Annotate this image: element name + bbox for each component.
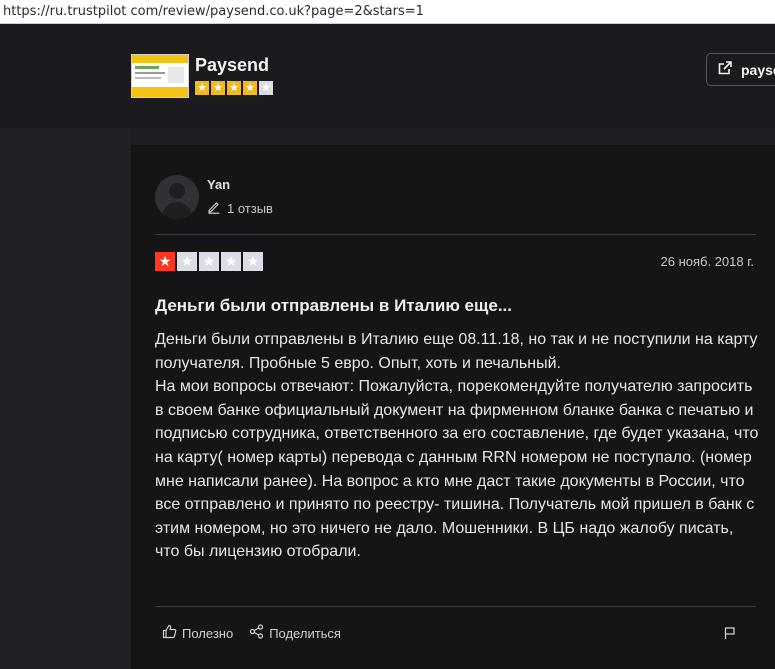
- review-paragraph: На мои вопросы отвечают: Пожалуйста, пор…: [155, 378, 759, 561]
- helpful-label: Полезно: [182, 625, 234, 641]
- pencil-icon: [207, 200, 221, 217]
- star-icon: ★: [221, 252, 241, 271]
- actions-divider: [155, 606, 756, 607]
- flag-icon: [723, 627, 737, 644]
- report-button[interactable]: [723, 626, 737, 645]
- review-rating-stars: ★ ★ ★ ★ ★: [155, 252, 263, 271]
- company-rating-stars: ★ ★ ★ ★ ★: [195, 81, 273, 95]
- review-count: 1 отзыв: [207, 200, 273, 217]
- company-header: Paysend ★★★★★ paysen: [0, 24, 775, 128]
- review-actions: Полезно Поделиться: [162, 624, 341, 642]
- left-background-panel: [0, 128, 131, 669]
- reviewer-divider: [155, 234, 756, 235]
- star-icon: ★: [211, 81, 225, 95]
- avatar-body: [162, 202, 192, 219]
- page-root: https://ru.trustpilot com/review/paysend…: [0, 0, 775, 669]
- reviewer-name[interactable]: Yan: [207, 177, 230, 192]
- review-paragraph: Деньги были отправлены в Италию еще 08.1…: [155, 331, 758, 372]
- review-title[interactable]: Деньги были отправлены в Италию еще...: [155, 296, 512, 316]
- share-button[interactable]: Поделиться: [249, 624, 341, 642]
- star-icon: ★: [155, 252, 175, 271]
- avatar[interactable]: [155, 175, 199, 219]
- star-icon: ★: [177, 252, 197, 271]
- review-count-label: 1 отзыв: [227, 201, 273, 216]
- company-logo[interactable]: [131, 54, 189, 98]
- thumbs-up-icon: [162, 624, 177, 642]
- review-date: 26 нояб. 2018 г.: [660, 254, 755, 269]
- star-icon: ★: [243, 81, 257, 95]
- avatar-head: [169, 183, 185, 199]
- star-icon: ★: [199, 252, 219, 271]
- review-body: Деньги были отправлены в Италию еще 08.1…: [155, 328, 760, 564]
- star-icon: ★: [195, 81, 209, 95]
- star-icon: ★: [227, 81, 241, 95]
- visit-website-button[interactable]: paysen: [706, 53, 775, 86]
- top-background-strip: [131, 128, 775, 145]
- share-label: Поделиться: [269, 625, 341, 641]
- external-link-icon: [717, 60, 733, 79]
- star-icon: ★: [243, 252, 263, 271]
- address-bar[interactable]: https://ru.trustpilot com/review/paysend…: [0, 0, 775, 24]
- visit-website-label: paysen: [741, 61, 775, 78]
- company-name[interactable]: Paysend: [195, 55, 269, 76]
- helpful-button[interactable]: Полезно: [162, 624, 233, 642]
- share-icon: [249, 624, 264, 642]
- star-icon: ★: [259, 81, 273, 95]
